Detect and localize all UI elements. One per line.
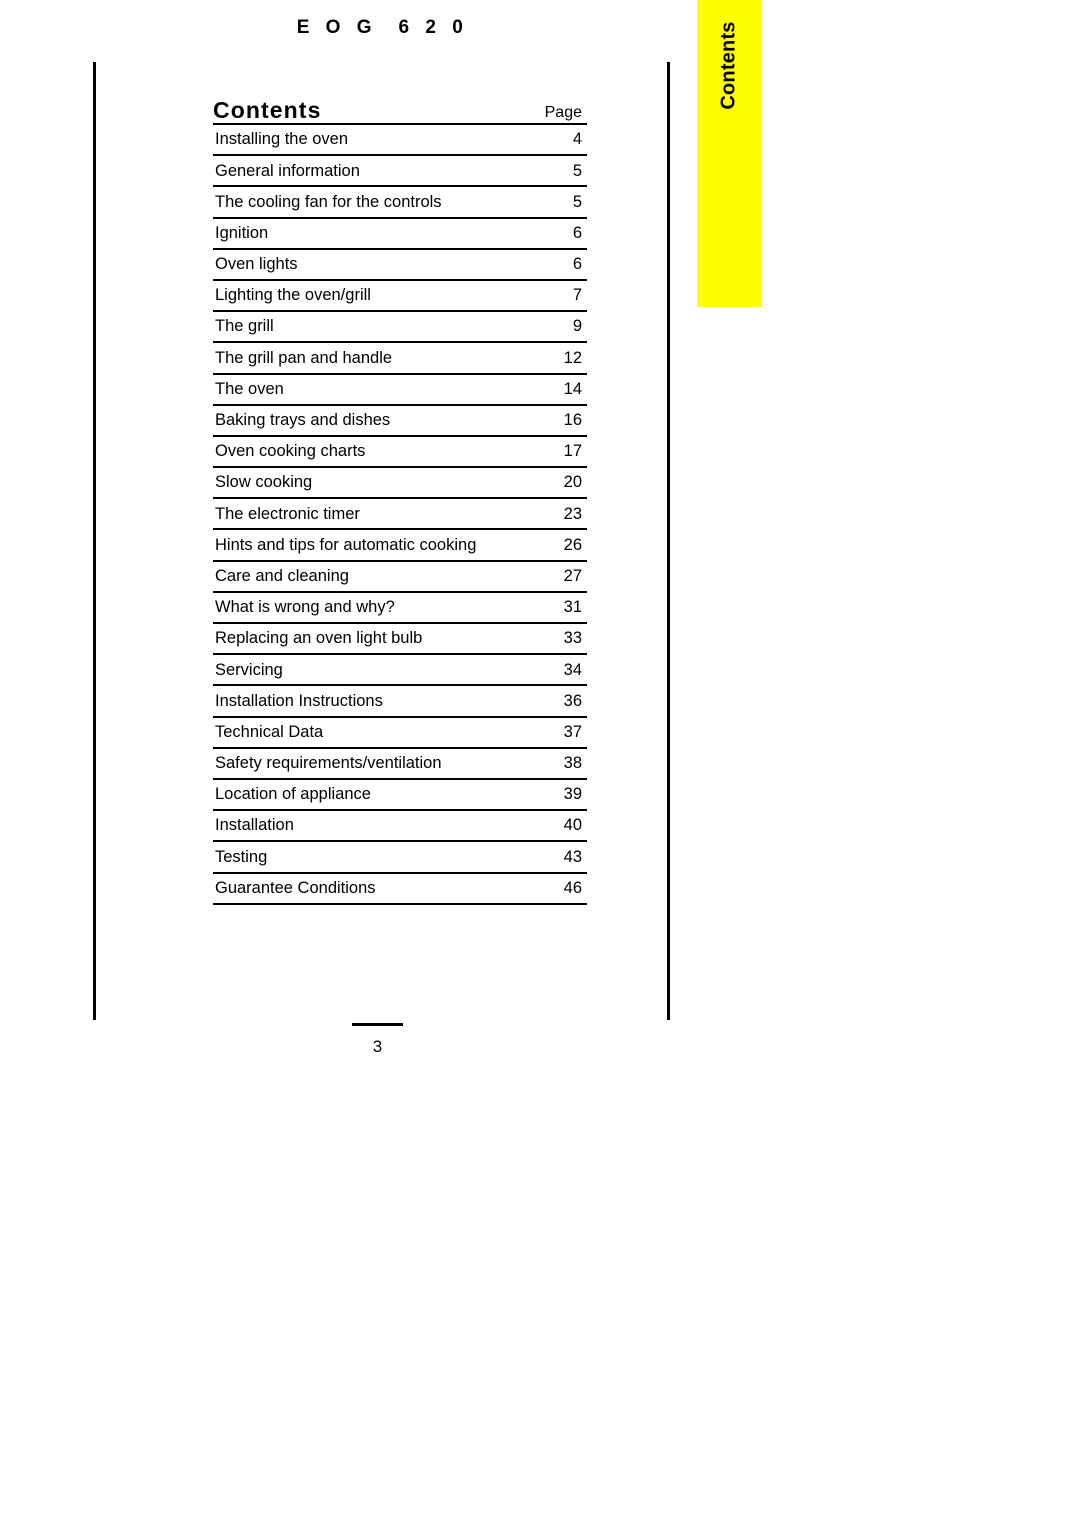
toc-row-title: Technical Data [215, 722, 324, 741]
toc-row-title: The grill [215, 317, 274, 336]
toc-row[interactable]: General information 5 [213, 156, 587, 188]
toc-row-page: 6 [572, 223, 582, 242]
footer-rule [352, 1023, 403, 1026]
toc-row-page: 20 [563, 473, 582, 492]
toc-row-title: Lighting the oven/grill [215, 286, 371, 305]
toc-row[interactable]: The oven 14 [213, 375, 587, 406]
toc-row-page: 43 [563, 847, 582, 866]
toc-row[interactable]: Oven cooking charts 17 [213, 437, 587, 469]
thumb-tab-label: Contents [718, 20, 741, 110]
toc-row-page: 16 [563, 411, 582, 430]
toc-row-title: What is wrong and why? [215, 598, 395, 617]
toc-row-page: 40 [563, 816, 582, 835]
toc-row-page: 5 [572, 192, 582, 211]
toc-row-page: 14 [563, 379, 582, 398]
toc-row[interactable]: Replacing an oven light bulb 33 [213, 624, 587, 656]
toc-row[interactable]: Slow cooking 20 [213, 468, 587, 500]
toc-row[interactable]: Ignition 6 [213, 219, 587, 250]
toc-row-title: Safety requirements/ventilation [215, 754, 442, 773]
toc-row-title: Installation [215, 816, 294, 835]
toc-row[interactable]: What is wrong and why? 31 [213, 593, 587, 624]
toc-row-page: 23 [563, 504, 582, 523]
toc-row[interactable]: Testing 43 [213, 842, 587, 874]
left-margin-rule [93, 62, 96, 1020]
toc-row-title: The cooling fan for the controls [215, 192, 442, 211]
toc-row-page: 46 [563, 878, 582, 897]
toc-row-page: 36 [563, 691, 582, 710]
toc-row-title: Guarantee Conditions [215, 878, 376, 897]
toc-row-title: Hints and tips for automatic cooking [215, 535, 477, 554]
page-column-header: Page [544, 104, 582, 121]
toc-row-page: 31 [563, 598, 582, 617]
toc-row[interactable]: Oven lights 6 [213, 250, 587, 281]
toc-row-page: 38 [563, 754, 582, 773]
toc-row-page: 7 [572, 286, 582, 305]
toc-row-title: The oven [215, 379, 284, 398]
toc-row-title: Care and cleaning [215, 566, 349, 585]
toc-row-title: Oven cooking charts [215, 442, 366, 461]
toc-row-title: Ignition [215, 223, 269, 242]
page-title: Contents [213, 97, 322, 123]
toc-row-page: 39 [563, 785, 582, 804]
toc-row-page: 26 [563, 535, 582, 554]
right-margin-rule [667, 62, 670, 1020]
toc-row[interactable]: Hints and tips for automatic cooking 26 [213, 530, 587, 562]
contents-block: Contents Page Installing the oven 4 Genera… [213, 80, 587, 905]
toc-row[interactable]: Location of appliance 39 [213, 780, 587, 812]
toc-row[interactable]: Installation 40 [213, 811, 587, 843]
toc-row[interactable]: Safety requirements/ventilation 38 [213, 749, 587, 780]
toc-row-title: General information [215, 161, 360, 180]
toc-row-title: Location of appliance [215, 785, 371, 804]
toc-row-page: 12 [563, 348, 582, 367]
toc-row[interactable]: Care and cleaning 27 [213, 562, 587, 593]
toc-row-title: Oven lights [215, 255, 298, 274]
toc-row-title: Servicing [215, 660, 283, 679]
toc-row-page: 34 [563, 660, 582, 679]
toc-row[interactable]: The grill pan and handle 12 [213, 343, 587, 375]
toc-row-page: 37 [563, 722, 582, 741]
toc-row[interactable]: Installation Instructions 36 [213, 686, 587, 718]
toc-row[interactable]: The cooling fan for the controls 5 [213, 187, 587, 219]
toc-row-title: Baking trays and dishes [215, 411, 391, 430]
table-of-contents: Installing the oven 4 General information 5… [213, 123, 587, 905]
thumb-tab-contents: Contents [697, 0, 762, 307]
toc-row[interactable]: Installing the oven 4 [213, 125, 587, 157]
toc-row-page: 17 [563, 442, 582, 461]
toc-row-title: Installation Instructions [215, 691, 383, 710]
toc-row[interactable]: Lighting the oven/grill 7 [213, 281, 587, 313]
toc-row-title: The electronic timer [215, 504, 360, 523]
toc-row-page: 9 [572, 317, 582, 336]
toc-row[interactable]: Servicing 34 [213, 655, 587, 687]
toc-row-title: Slow cooking [215, 473, 313, 492]
toc-row-page: 27 [563, 566, 582, 585]
toc-row[interactable]: The grill 9 [213, 312, 587, 344]
toc-row-page: 33 [563, 629, 582, 648]
footer-page-number: 3 [372, 1037, 383, 1056]
toc-row-page: 5 [572, 161, 582, 180]
toc-row-page: 4 [572, 130, 582, 149]
toc-row[interactable]: The electronic timer 23 [213, 499, 587, 531]
thumb-tab-label-wrapper: Contents [697, 0, 762, 130]
model-header: E O G 6 2 0 [296, 17, 469, 38]
toc-row-page: 6 [572, 255, 582, 274]
toc-row-title: Replacing an oven light bulb [215, 629, 423, 648]
toc-row-title: Testing [215, 847, 268, 866]
toc-row-title: Installing the oven [215, 130, 349, 149]
toc-row[interactable]: Technical Data 37 [213, 718, 587, 749]
toc-row-title: The grill pan and handle [215, 348, 393, 367]
toc-row[interactable]: Baking trays and dishes 16 [213, 406, 587, 437]
contents-heading-row: Contents Page [213, 80, 587, 123]
toc-row[interactable]: Guarantee Conditions 46 [213, 874, 587, 905]
